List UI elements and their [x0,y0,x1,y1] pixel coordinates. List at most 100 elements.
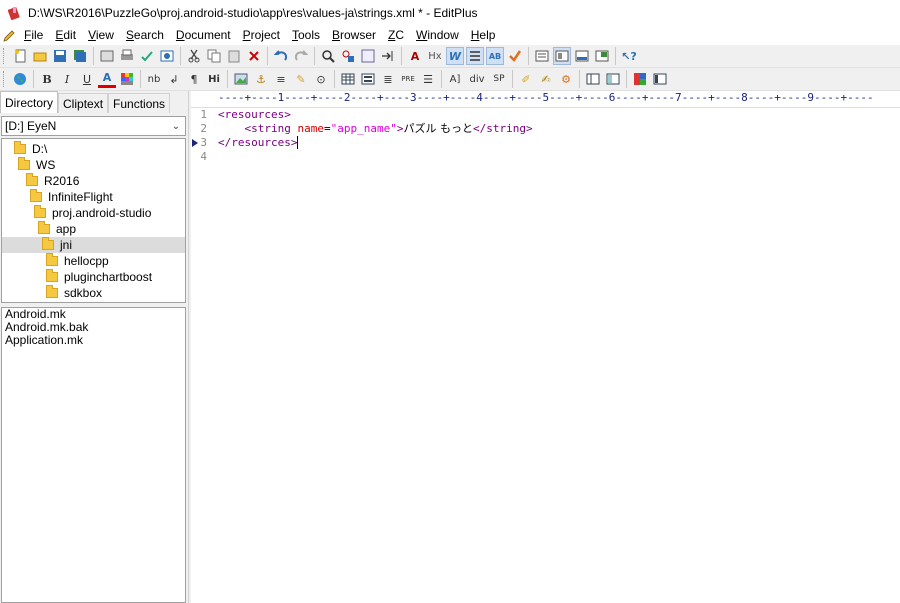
center-icon[interactable]: ≣ [379,70,397,88]
horizontal-rule-icon[interactable]: ≡ [272,70,290,88]
hex-view-icon[interactable]: Hx [426,47,444,65]
tree-item[interactable]: D:\ [2,141,185,157]
find-in-files-icon[interactable] [359,47,377,65]
code-line[interactable]: 4 [191,150,900,164]
layout-icon[interactable] [604,70,622,88]
output-window-icon[interactable] [573,47,591,65]
underline-icon[interactable]: U [78,70,96,88]
replace-icon[interactable] [339,47,357,65]
menu-zc[interactable]: ZC [382,26,410,45]
form-input-icon[interactable]: A] [446,70,464,88]
list-icon[interactable]: ☰ [419,70,437,88]
toolbar-grip[interactable] [3,71,7,87]
form-icon[interactable] [359,70,377,88]
toolbar-grip[interactable] [3,48,7,64]
tab-functions[interactable]: Functions [108,93,171,113]
tab-cliptext[interactable]: Cliptext [58,93,109,113]
word-wrap-icon[interactable]: W [446,47,464,65]
print-preview-icon[interactable] [98,47,116,65]
menu-project[interactable]: Project [237,26,286,45]
menu-view[interactable]: View [82,26,120,45]
print-icon[interactable] [118,47,136,65]
frame-icon[interactable] [584,70,602,88]
menu-tools[interactable]: Tools [286,26,326,45]
ruler-icon[interactable]: AB [486,47,504,65]
code-view[interactable]: 1 <resources> 2 <string name = "app_name… [191,108,900,164]
directory-window-icon[interactable] [533,47,551,65]
code-line[interactable]: 3 </resources> [191,136,900,150]
drive-select[interactable]: [D:] EyeN ⌄ [1,116,186,136]
directory-tree[interactable]: D:\ WS R2016 InfiniteFlight proj.android-stu… [1,138,186,303]
font-size-icon[interactable]: A [406,47,424,65]
span-icon[interactable]: SP [490,70,508,88]
toolbar-separator [140,70,141,88]
menu-search[interactable]: Search [120,26,170,45]
menu-edit[interactable]: Edit [49,26,82,45]
save-icon[interactable] [51,47,69,65]
find-icon[interactable] [319,47,337,65]
bold-icon[interactable]: B [38,70,56,88]
tree-item[interactable]: WS [2,157,185,173]
menu-bar: File Edit View Search Document Project T… [0,26,900,45]
font-color-icon[interactable]: A [98,70,116,88]
edit-tag-icon[interactable]: ✐ [517,70,535,88]
code-line[interactable]: 2 <string name = "app_name" > パズル もっと </… [191,122,900,136]
tree-item[interactable]: pluginchartboost [2,269,185,285]
menu-browser[interactable]: Browser [326,26,382,45]
table-icon[interactable] [339,70,357,88]
paragraph-icon[interactable]: ¶ [185,70,203,88]
div-icon[interactable]: div [466,70,488,88]
menu-help[interactable]: Help [465,26,502,45]
cliptext-window-icon[interactable] [553,47,571,65]
anchor-icon[interactable]: ⚓ [252,70,270,88]
heading-icon[interactable]: Hi [205,70,223,88]
line-break-icon[interactable]: ↲ [165,70,183,88]
tab-directory[interactable]: Directory [0,91,59,113]
save-all-icon[interactable] [71,47,89,65]
redo-icon[interactable] [292,47,310,65]
fullscreen-icon[interactable] [593,47,611,65]
italic-icon[interactable]: I [58,70,76,88]
spell-check-icon[interactable] [138,47,156,65]
undo-icon[interactable] [272,47,290,65]
color-chart-icon[interactable] [631,70,649,88]
tree-item[interactable]: proj.android-studio [2,205,185,221]
tree-item-label: WS [36,158,56,172]
menu-document[interactable]: Document [170,26,237,45]
tree-item[interactable]: app [2,221,185,237]
comment-icon[interactable]: ⊙ [312,70,330,88]
cut-icon[interactable] [185,47,203,65]
pre-icon[interactable]: PRE [399,70,417,88]
toolbar-separator [441,70,442,88]
brush-icon[interactable]: ✍ [537,70,555,88]
line-numbers-icon[interactable] [466,47,484,65]
tree-item[interactable]: InfiniteFlight [2,189,185,205]
context-help-icon[interactable]: ↖? [620,47,638,65]
copy-icon[interactable] [205,47,223,65]
tree-item[interactable]: hellocpp [2,253,185,269]
tools-icon[interactable]: ⚙ [557,70,575,88]
paste-icon[interactable] [225,47,243,65]
nbsp-icon[interactable]: nb [145,70,163,88]
file-item[interactable]: Application.mk [2,334,185,347]
color-palette-icon[interactable] [118,70,136,88]
menu-window[interactable]: Window [410,26,465,45]
tree-item[interactable]: jni [2,237,185,253]
chevron-down-icon[interactable]: ⌄ [167,121,185,132]
file-list[interactable]: Android.mk Android.mk.bak Application.mk [1,307,186,603]
delete-icon[interactable] [245,47,263,65]
window-icon[interactable] [651,70,669,88]
code-line[interactable]: 1 <resources> [191,108,900,122]
image-icon[interactable] [232,70,250,88]
browser-preview-icon[interactable] [158,47,176,65]
goto-line-icon[interactable] [379,47,397,65]
checkmark-icon[interactable] [506,47,524,65]
open-file-icon[interactable] [31,47,49,65]
menu-file[interactable]: File [18,26,49,45]
new-file-icon[interactable] [11,47,29,65]
editor-area[interactable]: ----+----1----+----2----+----3----+----4… [191,91,900,603]
tree-item[interactable]: sdkbox [2,285,185,301]
globe-icon[interactable] [11,70,29,88]
tree-item[interactable]: R2016 [2,173,185,189]
highlight-icon[interactable]: ✎ [292,70,310,88]
